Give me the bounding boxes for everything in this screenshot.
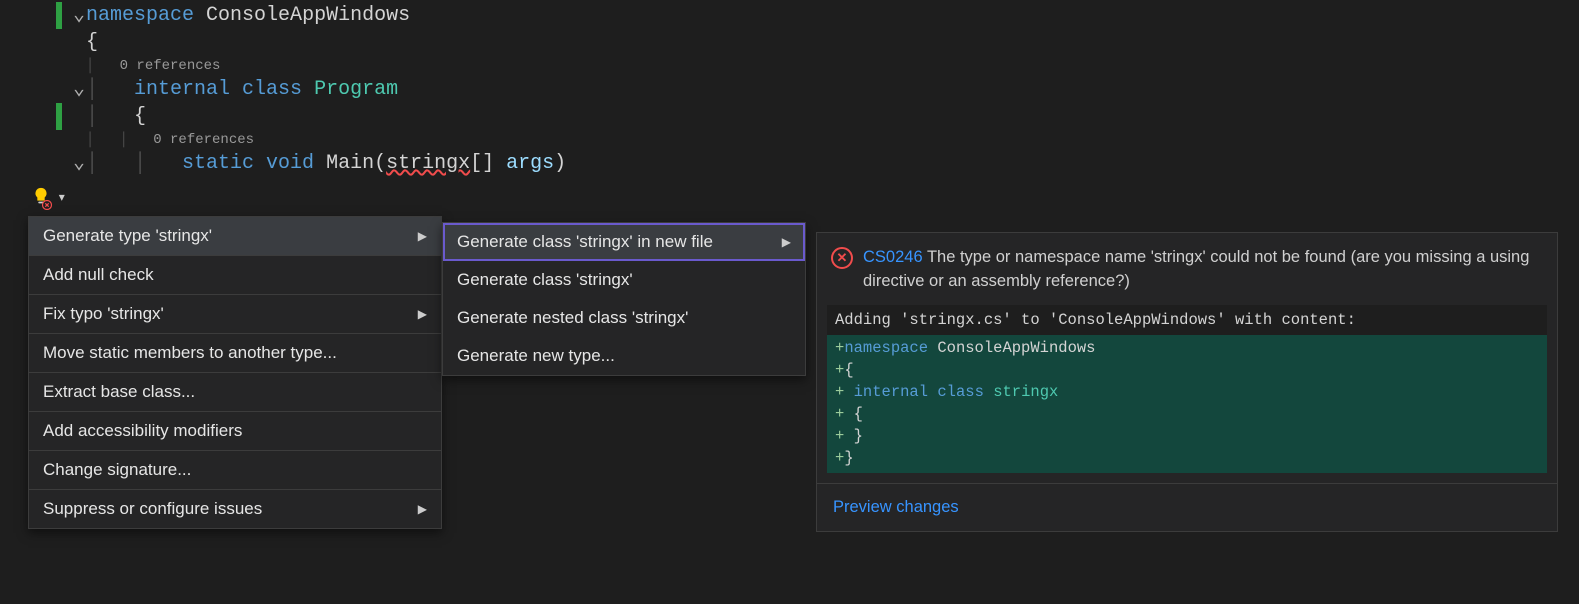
error-token: stringx: [386, 150, 470, 177]
quick-actions-submenu: Generate class 'stringx' in new file ▶ G…: [442, 222, 806, 376]
fold-toggle[interactable]: ⌄: [72, 76, 86, 103]
diff-preview: Adding 'stringx.cs' to 'ConsoleAppWindow…: [827, 305, 1547, 473]
menu-item-label: Fix typo 'stringx': [43, 304, 164, 324]
submenu-arrow-icon: ▶: [408, 307, 427, 321]
menu-item-label: Generate type 'stringx': [43, 226, 212, 246]
fold-toggle[interactable]: ⌄: [72, 150, 86, 177]
menu-item-fix-typo[interactable]: Fix typo 'stringx' ▶: [29, 295, 441, 333]
code-token: internal: [134, 76, 230, 103]
code-token: {: [134, 103, 146, 130]
submenu-item-gen-class[interactable]: Generate class 'stringx': [443, 261, 805, 299]
error-icon: ✕: [831, 247, 853, 269]
code-token: Program: [314, 76, 398, 103]
menu-item-generate-type[interactable]: Generate type 'stringx' ▶: [29, 217, 441, 255]
menu-item-label: Generate nested class 'stringx': [457, 308, 688, 328]
code-token: Main: [326, 150, 374, 177]
menu-item-label: Add accessibility modifiers: [43, 421, 242, 441]
menu-item-label: Move static members to another type...: [43, 343, 337, 363]
menu-item-label: Add null check: [43, 265, 154, 285]
error-message: The type or namespace name 'stringx' cou…: [863, 248, 1529, 290]
preview-changes-link[interactable]: Preview changes: [817, 484, 1557, 531]
code-editor: ⌄ namespace ConsoleAppWindows { │ 0 refe…: [0, 0, 1579, 604]
menu-item-label: Extract base class...: [43, 382, 195, 402]
code-token: static: [182, 150, 254, 177]
submenu-item-gen-new-type[interactable]: Generate new type...: [443, 337, 805, 375]
submenu-item-gen-class-newfile[interactable]: Generate class 'stringx' in new file ▶: [443, 223, 805, 261]
menu-item-label: Generate class 'stringx': [457, 270, 633, 290]
code-token: ConsoleAppWindows: [206, 2, 410, 29]
diff-title: Adding 'stringx.cs' to 'ConsoleAppWindow…: [827, 305, 1547, 335]
code-token: void: [266, 150, 314, 177]
menu-item-move-static[interactable]: Move static members to another type...: [29, 334, 441, 372]
codelens-references[interactable]: 0 references: [120, 56, 221, 76]
indent-guide: │: [86, 56, 120, 76]
menu-item-label: Generate new type...: [457, 346, 615, 366]
dropdown-arrow-icon: ▾: [59, 190, 65, 204]
lightbulb-quickfix[interactable]: ▾: [30, 186, 66, 208]
menu-item-change-signature[interactable]: Change signature...: [29, 451, 441, 489]
submenu-arrow-icon: ▶: [408, 502, 427, 516]
menu-item-label: Change signature...: [43, 460, 191, 480]
submenu-arrow-icon: ▶: [408, 229, 427, 243]
fold-toggle[interactable]: ⌄: [72, 2, 86, 29]
menu-item-label: Suppress or configure issues: [43, 499, 262, 519]
submenu-item-gen-nested[interactable]: Generate nested class 'stringx': [443, 299, 805, 337]
submenu-arrow-icon: ▶: [772, 235, 791, 249]
codelens-references[interactable]: 0 references: [153, 130, 254, 150]
quick-actions-menu: Generate type 'stringx' ▶ Add null check…: [28, 216, 442, 529]
error-code[interactable]: CS0246: [863, 248, 923, 266]
code-token: args: [506, 150, 554, 177]
menu-item-label: Generate class 'stringx' in new file: [457, 232, 713, 252]
error-description: ✕ CS0246 The type or namespace name 'str…: [817, 233, 1557, 301]
code-token: class: [242, 76, 302, 103]
link-label: Preview changes: [833, 498, 959, 516]
menu-item-extract-base[interactable]: Extract base class...: [29, 373, 441, 411]
menu-item-add-null-check[interactable]: Add null check: [29, 256, 441, 294]
code-token: {: [86, 29, 98, 56]
error-overlay-icon: [42, 200, 52, 210]
menu-item-add-accessibility[interactable]: Add accessibility modifiers: [29, 412, 441, 450]
code-token: namespace: [86, 2, 194, 29]
quickfix-preview-panel: ✕ CS0246 The type or namespace name 'str…: [816, 232, 1558, 532]
code-area[interactable]: ⌄ namespace ConsoleAppWindows { │ 0 refe…: [0, 0, 1579, 177]
menu-item-suppress[interactable]: Suppress or configure issues ▶: [29, 490, 441, 528]
